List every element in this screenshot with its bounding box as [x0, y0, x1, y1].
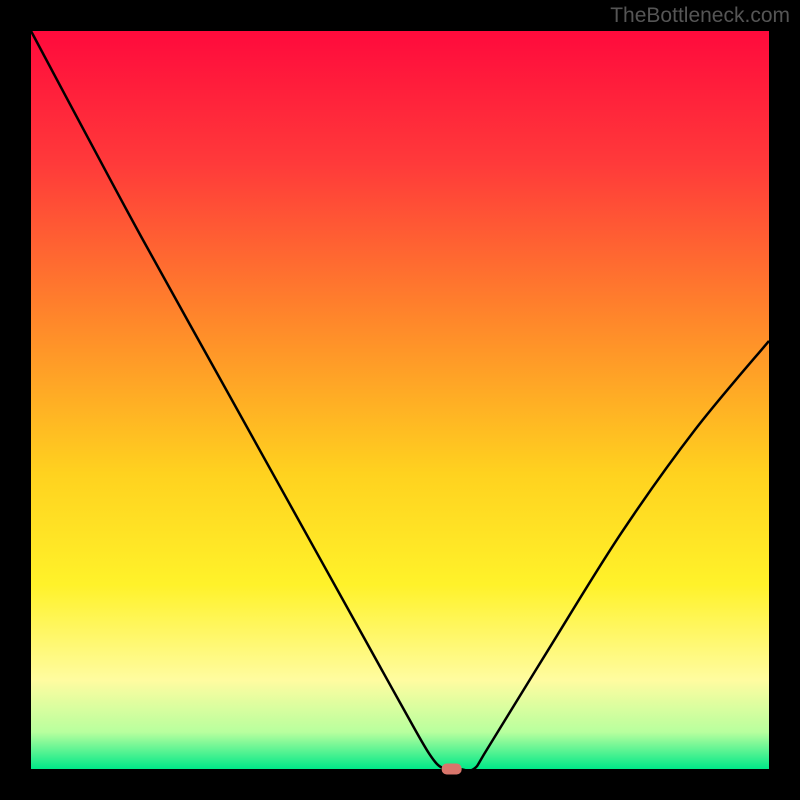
- chart-canvas: [0, 0, 800, 800]
- watermark-text: TheBottleneck.com: [610, 4, 790, 28]
- plot-background: [31, 31, 769, 769]
- chart-root: TheBottleneck.com: [0, 0, 800, 800]
- optimal-marker: [442, 764, 462, 775]
